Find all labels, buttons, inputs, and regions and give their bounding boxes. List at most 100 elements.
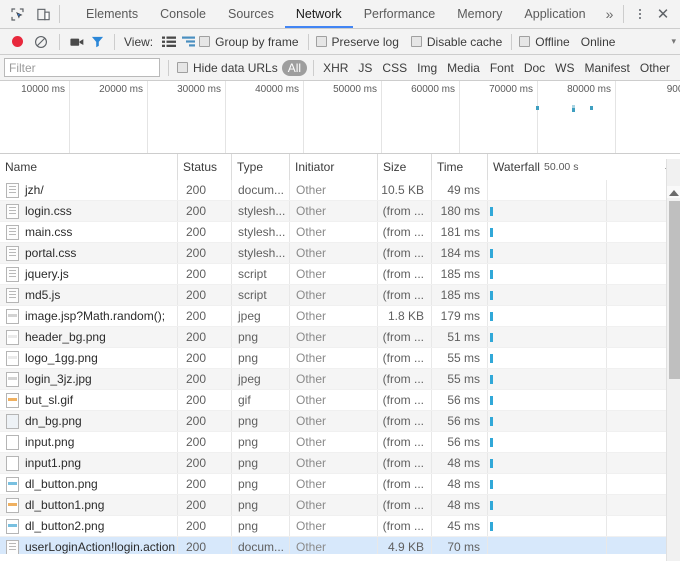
table-row[interactable]: md5.js200scriptOther(from ...185 ms [0,285,680,306]
more-tabs-icon[interactable]: » [597,0,623,28]
record-button[interactable] [6,31,28,53]
cell-name[interactable]: login.css [0,201,178,221]
cell-name[interactable]: but_sl.gif [0,390,178,410]
tab-memory[interactable]: Memory [446,1,513,28]
cell-name[interactable]: header_bg.png [0,327,178,347]
cell-time: 56 ms [432,432,488,452]
filter-funnel-icon[interactable] [87,31,107,53]
scrollbar-up-arrow-icon[interactable] [669,190,679,196]
inspect-element-icon[interactable] [4,1,30,27]
cell-name[interactable]: login_3jz.jpg [0,369,178,389]
type-filter-doc[interactable]: Doc [519,61,550,75]
cell-size: (from ... [378,369,432,389]
waterfall-request-bar [490,333,493,342]
cell-initiator: Other [290,390,378,410]
requests-table-body[interactable]: jzh/200docum...Other10.5 KB49 mslogin.cs… [0,180,680,554]
table-row[interactable]: jzh/200docum...Other10.5 KB49 ms [0,180,680,201]
preserve-log-checkbox[interactable]: Preserve log [316,35,399,49]
table-row[interactable]: login.css200stylesh...Other(from ...180 … [0,201,680,222]
table-row[interactable]: input.png200pngOther(from ...56 ms [0,432,680,453]
cell-name[interactable]: md5.js [0,285,178,305]
type-filter-media[interactable]: Media [442,61,485,75]
table-row[interactable]: jquery.js200scriptOther(from ...185 ms [0,264,680,285]
cell-name[interactable]: logo_1gg.png [0,348,178,368]
tab-application[interactable]: Application [513,1,596,28]
scrollbar-thumb[interactable] [669,201,680,379]
cell-name[interactable]: userLoginAction!login.action [0,537,178,554]
clear-icon[interactable] [30,31,52,53]
image-file-icon [6,456,19,471]
waterfall-view-icon[interactable] [179,31,199,53]
type-filter-other[interactable]: Other [635,61,675,75]
type-filter-manifest[interactable]: Manifest [580,61,635,75]
tab-console[interactable]: Console [149,1,217,28]
cell-name[interactable]: input1.png [0,453,178,473]
cell-name[interactable]: jquery.js [0,264,178,284]
type-filter-ws[interactable]: WS [550,61,579,75]
cell-name[interactable]: jzh/ [0,180,178,200]
tab-performance[interactable]: Performance [353,1,447,28]
vertical-scrollbar[interactable] [666,159,680,561]
throttling-select[interactable]: Online [581,35,616,49]
cell-name[interactable]: image.jsp?Math.random(); [0,306,178,326]
type-filter-all[interactable]: All [282,60,307,76]
table-row[interactable]: dl_button1.png200pngOther(from ...48 ms [0,495,680,516]
tab-network[interactable]: Network [285,1,353,28]
disable-cache-checkbox[interactable]: Disable cache [411,35,502,49]
table-row[interactable]: dl_button2.png200pngOther(from ...45 ms [0,516,680,537]
request-name-label: input1.png [25,456,81,470]
waterfall-request-bar [490,249,493,258]
image-file-icon [6,351,19,366]
cell-name[interactable]: dl_button2.png [0,516,178,536]
column-header-size[interactable]: Size [378,154,432,180]
cell-type: png [232,474,290,494]
cell-type: docum... [232,537,290,554]
list-view-icon[interactable] [159,31,179,53]
table-row[interactable]: dl_button.png200pngOther(from ...48 ms [0,474,680,495]
device-toolbar-icon[interactable] [30,1,56,27]
table-row[interactable]: logo_1gg.png200pngOther(from ...55 ms [0,348,680,369]
tab-sources[interactable]: Sources [217,1,285,28]
cell-waterfall [488,411,680,431]
filter-input[interactable] [4,58,160,77]
type-filter-font[interactable]: Font [485,61,519,75]
column-header-status[interactable]: Status [178,154,232,180]
table-row[interactable]: main.css200stylesh...Other(from ...181 m… [0,222,680,243]
network-overview-timeline[interactable]: 10000 ms20000 ms30000 ms40000 ms50000 ms… [0,81,680,154]
cell-size: (from ... [378,390,432,410]
column-header-initiator[interactable]: Initiator [290,154,378,180]
cell-name[interactable]: dl_button.png [0,474,178,494]
cell-time: 184 ms [432,243,488,263]
main-menu-icon[interactable] [630,1,650,27]
table-row[interactable]: login_3jz.jpg200jpegOther(from ...55 ms [0,369,680,390]
cell-name[interactable]: main.css [0,222,178,242]
table-row[interactable]: dn_bg.png200pngOther(from ...56 ms [0,411,680,432]
type-filter-js[interactable]: JS [353,61,377,75]
table-row[interactable]: userLoginAction!login.action200docum...O… [0,537,680,554]
column-header-type[interactable]: Type [232,154,290,180]
table-row[interactable]: portal.css200stylesh...Other(from ...184… [0,243,680,264]
column-header-waterfall[interactable]: Waterfall 50.00 s [488,154,680,180]
offline-checkbox[interactable]: Offline [519,35,569,49]
table-row[interactable]: image.jsp?Math.random();200jpegOther1.8 … [0,306,680,327]
cell-name[interactable]: dn_bg.png [0,411,178,431]
type-filter-img[interactable]: Img [412,61,442,75]
table-row[interactable]: header_bg.png200pngOther(from ...51 ms [0,327,680,348]
request-name-label: input.png [25,435,74,449]
cell-name[interactable]: portal.css [0,243,178,263]
cell-name[interactable]: dl_button1.png [0,495,178,515]
type-filter-xhr[interactable]: XHR [318,61,353,75]
table-row[interactable]: but_sl.gif200gifOther(from ...56 ms [0,390,680,411]
close-icon[interactable]: ✕ [650,1,676,27]
group-by-frame-checkbox[interactable]: Group by frame [199,35,298,49]
table-row[interactable]: input1.png200pngOther(from ...48 ms [0,453,680,474]
waterfall-request-bar [490,480,493,489]
capture-screenshots-icon[interactable] [67,31,87,53]
column-header-time[interactable]: Time [432,154,488,180]
column-header-name[interactable]: Name [0,154,178,180]
type-filter-css[interactable]: CSS [377,61,412,75]
tab-elements[interactable]: Elements [75,1,149,28]
cell-name[interactable]: input.png [0,432,178,452]
toolbar-overflow-icon[interactable]: ▾ [671,29,676,54]
hide-data-urls-checkbox[interactable]: Hide data URLs [177,61,278,75]
